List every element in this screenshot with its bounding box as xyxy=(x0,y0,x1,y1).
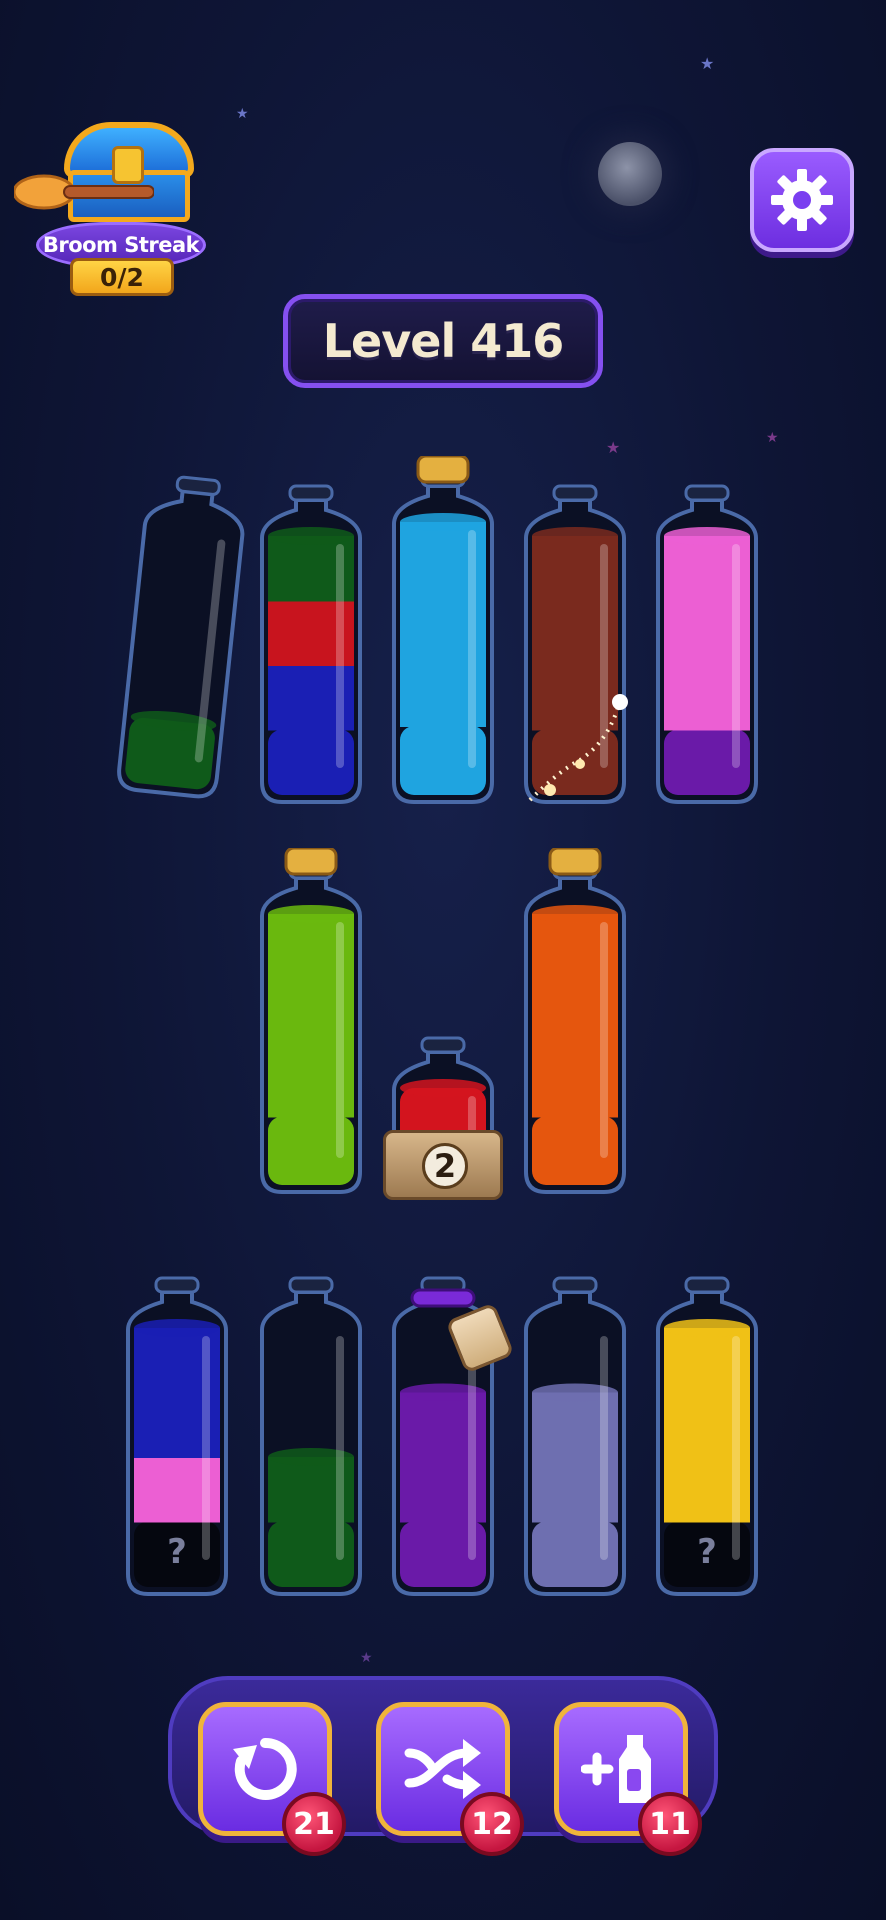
glass-highlight xyxy=(336,922,344,1158)
glass-highlight xyxy=(732,544,740,768)
liquid-surface xyxy=(400,513,486,531)
bottle-rim xyxy=(175,475,221,496)
bottle-glass xyxy=(260,848,362,1194)
glass-highlight xyxy=(336,544,344,768)
bottle-glass xyxy=(656,484,758,804)
liquid-surface xyxy=(532,527,618,545)
settings-button[interactable] xyxy=(750,148,854,252)
star-icon: ★ xyxy=(606,438,621,457)
bottle-rim xyxy=(154,1276,200,1294)
bottle-bot-4[interactable] xyxy=(520,1262,630,1600)
bottle-glass xyxy=(260,1276,362,1596)
rope-tie-icon xyxy=(410,1288,476,1308)
glass-highlight xyxy=(468,530,476,768)
bottle-glass xyxy=(524,1276,626,1596)
liquid-surface xyxy=(400,1079,486,1097)
locked-count: 2 xyxy=(422,1143,468,1189)
glass-highlight xyxy=(336,1336,344,1560)
liquid-surface xyxy=(268,905,354,923)
bottle-rim xyxy=(552,484,598,502)
undo-icon xyxy=(233,1737,297,1800)
shuffle-count-badge: 12 xyxy=(460,1792,524,1856)
bottle-mid-1[interactable] xyxy=(256,848,366,1198)
cork-cap-icon xyxy=(416,456,470,484)
bottle-rim xyxy=(288,484,334,502)
bottle-glass xyxy=(524,848,626,1194)
broom-streak-widget[interactable]: Broom Streak 0/2 xyxy=(12,118,212,303)
level-title: Level 416 xyxy=(283,294,603,388)
streak-count: 0/2 xyxy=(70,258,174,296)
shuffle-icon xyxy=(404,1739,481,1799)
liquid-surface xyxy=(664,527,750,545)
bottle-bot-5[interactable]: ? xyxy=(652,1262,762,1600)
bottle-rim xyxy=(552,1276,598,1294)
bottle-rim xyxy=(684,1276,730,1294)
toggle-knob[interactable] xyxy=(598,142,662,206)
liquid-surface xyxy=(134,1319,220,1337)
glass-highlight xyxy=(732,1336,740,1560)
liquid-surface xyxy=(268,527,354,545)
sparkle-effect xyxy=(528,694,628,802)
bottle-glass xyxy=(117,475,245,799)
gear-icon xyxy=(771,169,833,231)
hidden-layer-mark: ? xyxy=(167,1531,187,1572)
add-bottle-count-badge: 11 xyxy=(638,1792,702,1856)
bottle-rim xyxy=(684,484,730,502)
locked-chest-badge: 2 xyxy=(383,1130,503,1200)
broom-icon xyxy=(14,174,154,210)
star-icon: ★ xyxy=(700,54,715,73)
glass-highlight xyxy=(600,1336,608,1560)
liquid-surface xyxy=(532,905,618,923)
undo-count-badge: 21 xyxy=(282,1792,346,1856)
glass-highlight xyxy=(202,1336,210,1560)
bottle-top-5[interactable] xyxy=(652,470,762,808)
star-icon: ★ xyxy=(360,1650,373,1666)
star-icon: ★ xyxy=(236,106,249,122)
hidden-layer-mark: ? xyxy=(697,1531,717,1572)
bottle-rim xyxy=(420,1036,466,1054)
bottle-bot-1[interactable]: ? xyxy=(122,1262,232,1600)
bottle-glass xyxy=(260,484,362,804)
add-bottle-icon xyxy=(581,1735,651,1803)
liquid-surface xyxy=(664,1319,750,1337)
bottle-mid-3[interactable] xyxy=(520,848,630,1198)
star-icon: ★ xyxy=(766,430,779,446)
glass-highlight xyxy=(600,922,608,1158)
bottle-rim xyxy=(288,1276,334,1294)
bottle-top-3[interactable] xyxy=(388,456,498,808)
cork-cap-icon xyxy=(284,848,338,876)
cork-cap-icon xyxy=(548,848,602,876)
bottle-bot-2[interactable] xyxy=(256,1262,366,1600)
bottle-top-2[interactable] xyxy=(256,470,366,808)
bottle-top-1[interactable] xyxy=(111,457,256,805)
bottle-glass xyxy=(392,456,494,804)
